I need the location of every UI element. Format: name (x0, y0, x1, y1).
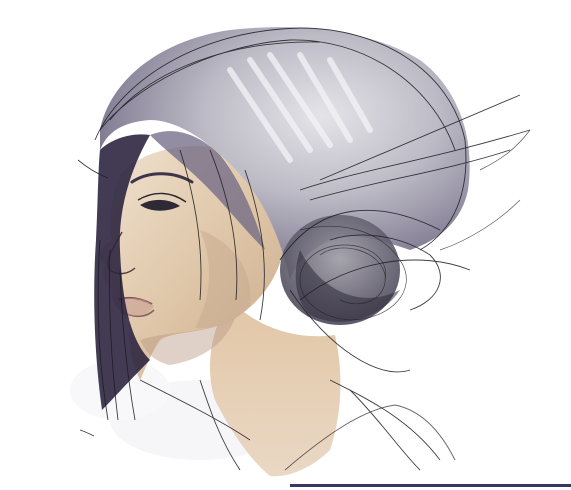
artwork-canvas (0, 0, 571, 490)
bottom-rule (290, 484, 571, 487)
portrait-sketch (70, 27, 531, 477)
